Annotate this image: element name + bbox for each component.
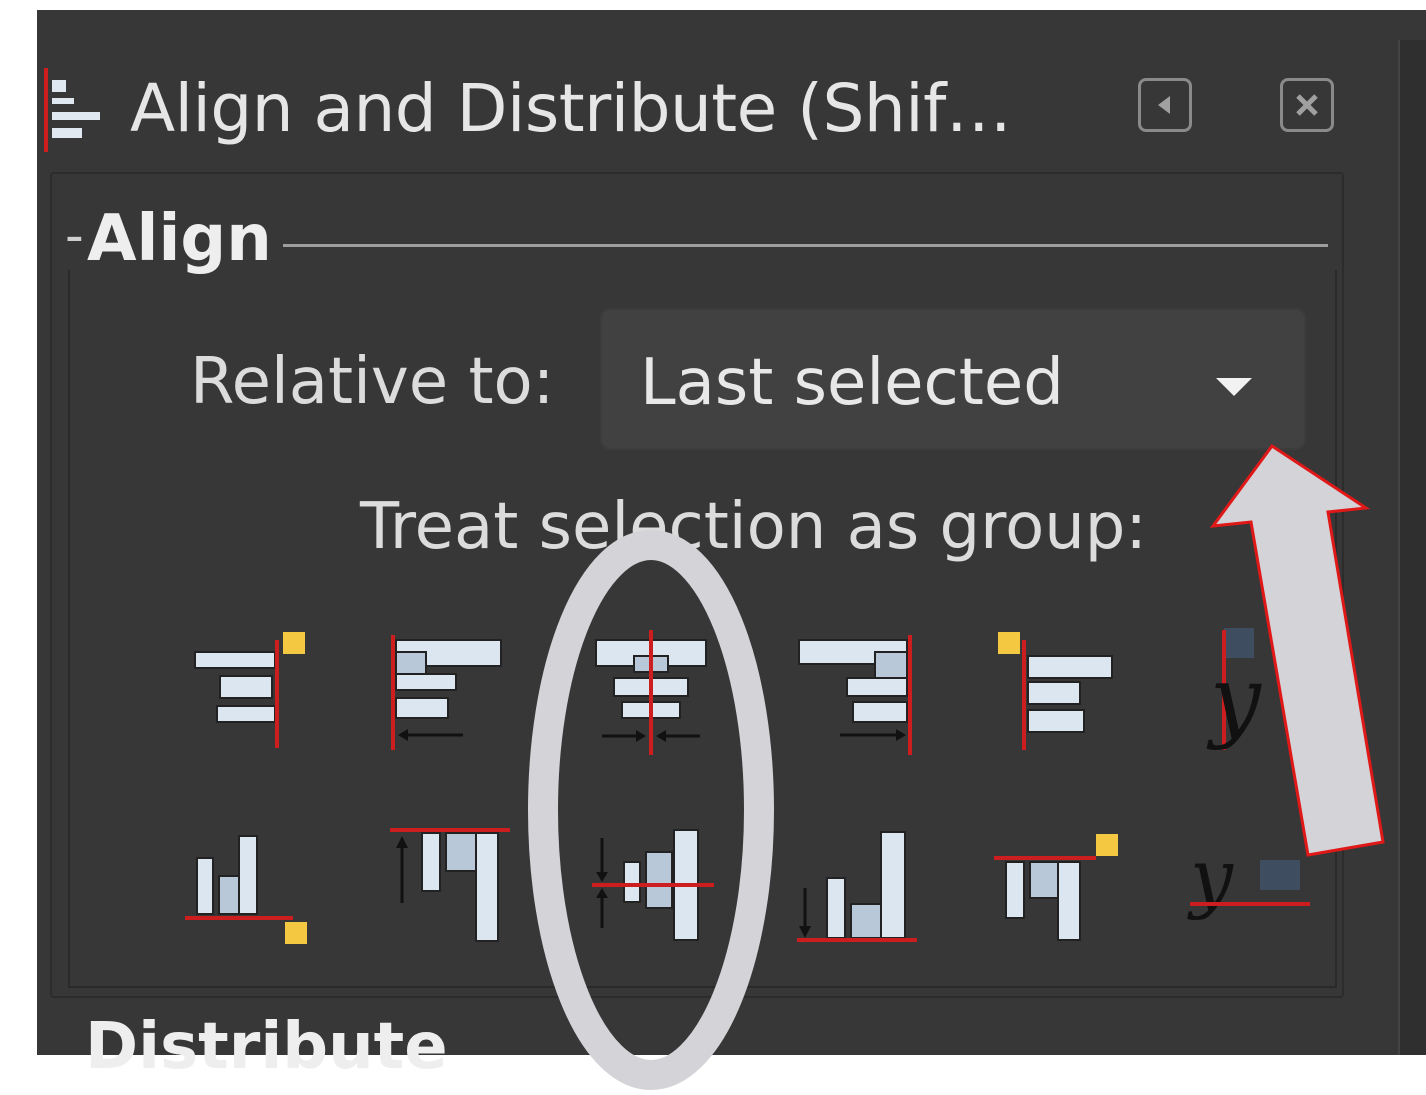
align-right-edges-icon bbox=[798, 635, 912, 755]
relative-to-value: Last selected bbox=[640, 346, 1064, 420]
svg-text:y: y bbox=[1206, 647, 1262, 752]
align-left-edges-button[interactable] bbox=[378, 620, 518, 760]
relative-to-label: Relative to: bbox=[190, 345, 555, 419]
svg-text:y: y bbox=[1187, 832, 1234, 921]
align-left-edges-to-right-anchor-icon bbox=[998, 632, 1113, 750]
close-button[interactable] bbox=[1280, 78, 1334, 132]
dialog-titlebar: Align and Distribute (Shif… bbox=[0, 60, 1360, 160]
distribute-section-label[interactable]: Distribute bbox=[85, 1010, 448, 1084]
align-right-edges-to-left-anchor-button[interactable] bbox=[175, 620, 315, 760]
align-right-edges-to-left-anchor-icon bbox=[194, 632, 305, 748]
center-on-horizontal-axis-button[interactable] bbox=[582, 818, 722, 958]
dialog-title: Align and Distribute (Shif… bbox=[130, 70, 1012, 147]
align-top-edges-to-bottom-anchor-button[interactable] bbox=[988, 818, 1128, 958]
center-on-vertical-axis-icon bbox=[595, 630, 707, 755]
align-section-label: Align bbox=[87, 202, 272, 276]
section-separator bbox=[283, 244, 1328, 247]
center-on-vertical-axis-button[interactable] bbox=[582, 620, 722, 760]
align-right-edges-button[interactable] bbox=[785, 620, 925, 760]
chevron-down-icon[interactable] bbox=[1216, 378, 1252, 396]
treat-selection-as-group-label: Treat selection as group: bbox=[360, 490, 1147, 564]
align-bottom-edges-button[interactable] bbox=[785, 818, 925, 958]
align-baselines-vertical-icon: y bbox=[1187, 832, 1310, 921]
align-bottom-edges-to-top-anchor-button[interactable] bbox=[175, 818, 315, 958]
align-left-edges-icon bbox=[391, 635, 502, 750]
align-left-edges-to-right-anchor-button[interactable] bbox=[988, 620, 1128, 760]
align-top-edges-to-bottom-anchor-icon bbox=[994, 834, 1118, 941]
align-bottom-edges-icon bbox=[797, 831, 917, 942]
align-section-header[interactable]: - Align bbox=[65, 200, 1365, 280]
align-top-edges-icon bbox=[390, 828, 510, 942]
align-bottom-edges-to-top-anchor-icon bbox=[185, 835, 307, 944]
expander-dash: - bbox=[65, 206, 84, 266]
align-baselines-vertical-button[interactable]: y bbox=[1170, 818, 1310, 958]
align-distribute-icon bbox=[42, 68, 112, 152]
align-baselines-horizontal-icon: y bbox=[1206, 628, 1262, 752]
arrow-left-box-icon bbox=[1158, 96, 1170, 114]
close-box-icon bbox=[1296, 94, 1318, 116]
align-top-edges-button[interactable] bbox=[378, 818, 518, 958]
panel-scrollbar[interactable] bbox=[1398, 40, 1426, 1055]
align-baselines-horizontal-button[interactable]: y bbox=[1190, 620, 1330, 760]
center-on-horizontal-axis-icon bbox=[592, 829, 714, 941]
iconify-button[interactable] bbox=[1138, 78, 1192, 132]
relative-to-dropdown[interactable]: Last selected bbox=[600, 308, 1306, 450]
